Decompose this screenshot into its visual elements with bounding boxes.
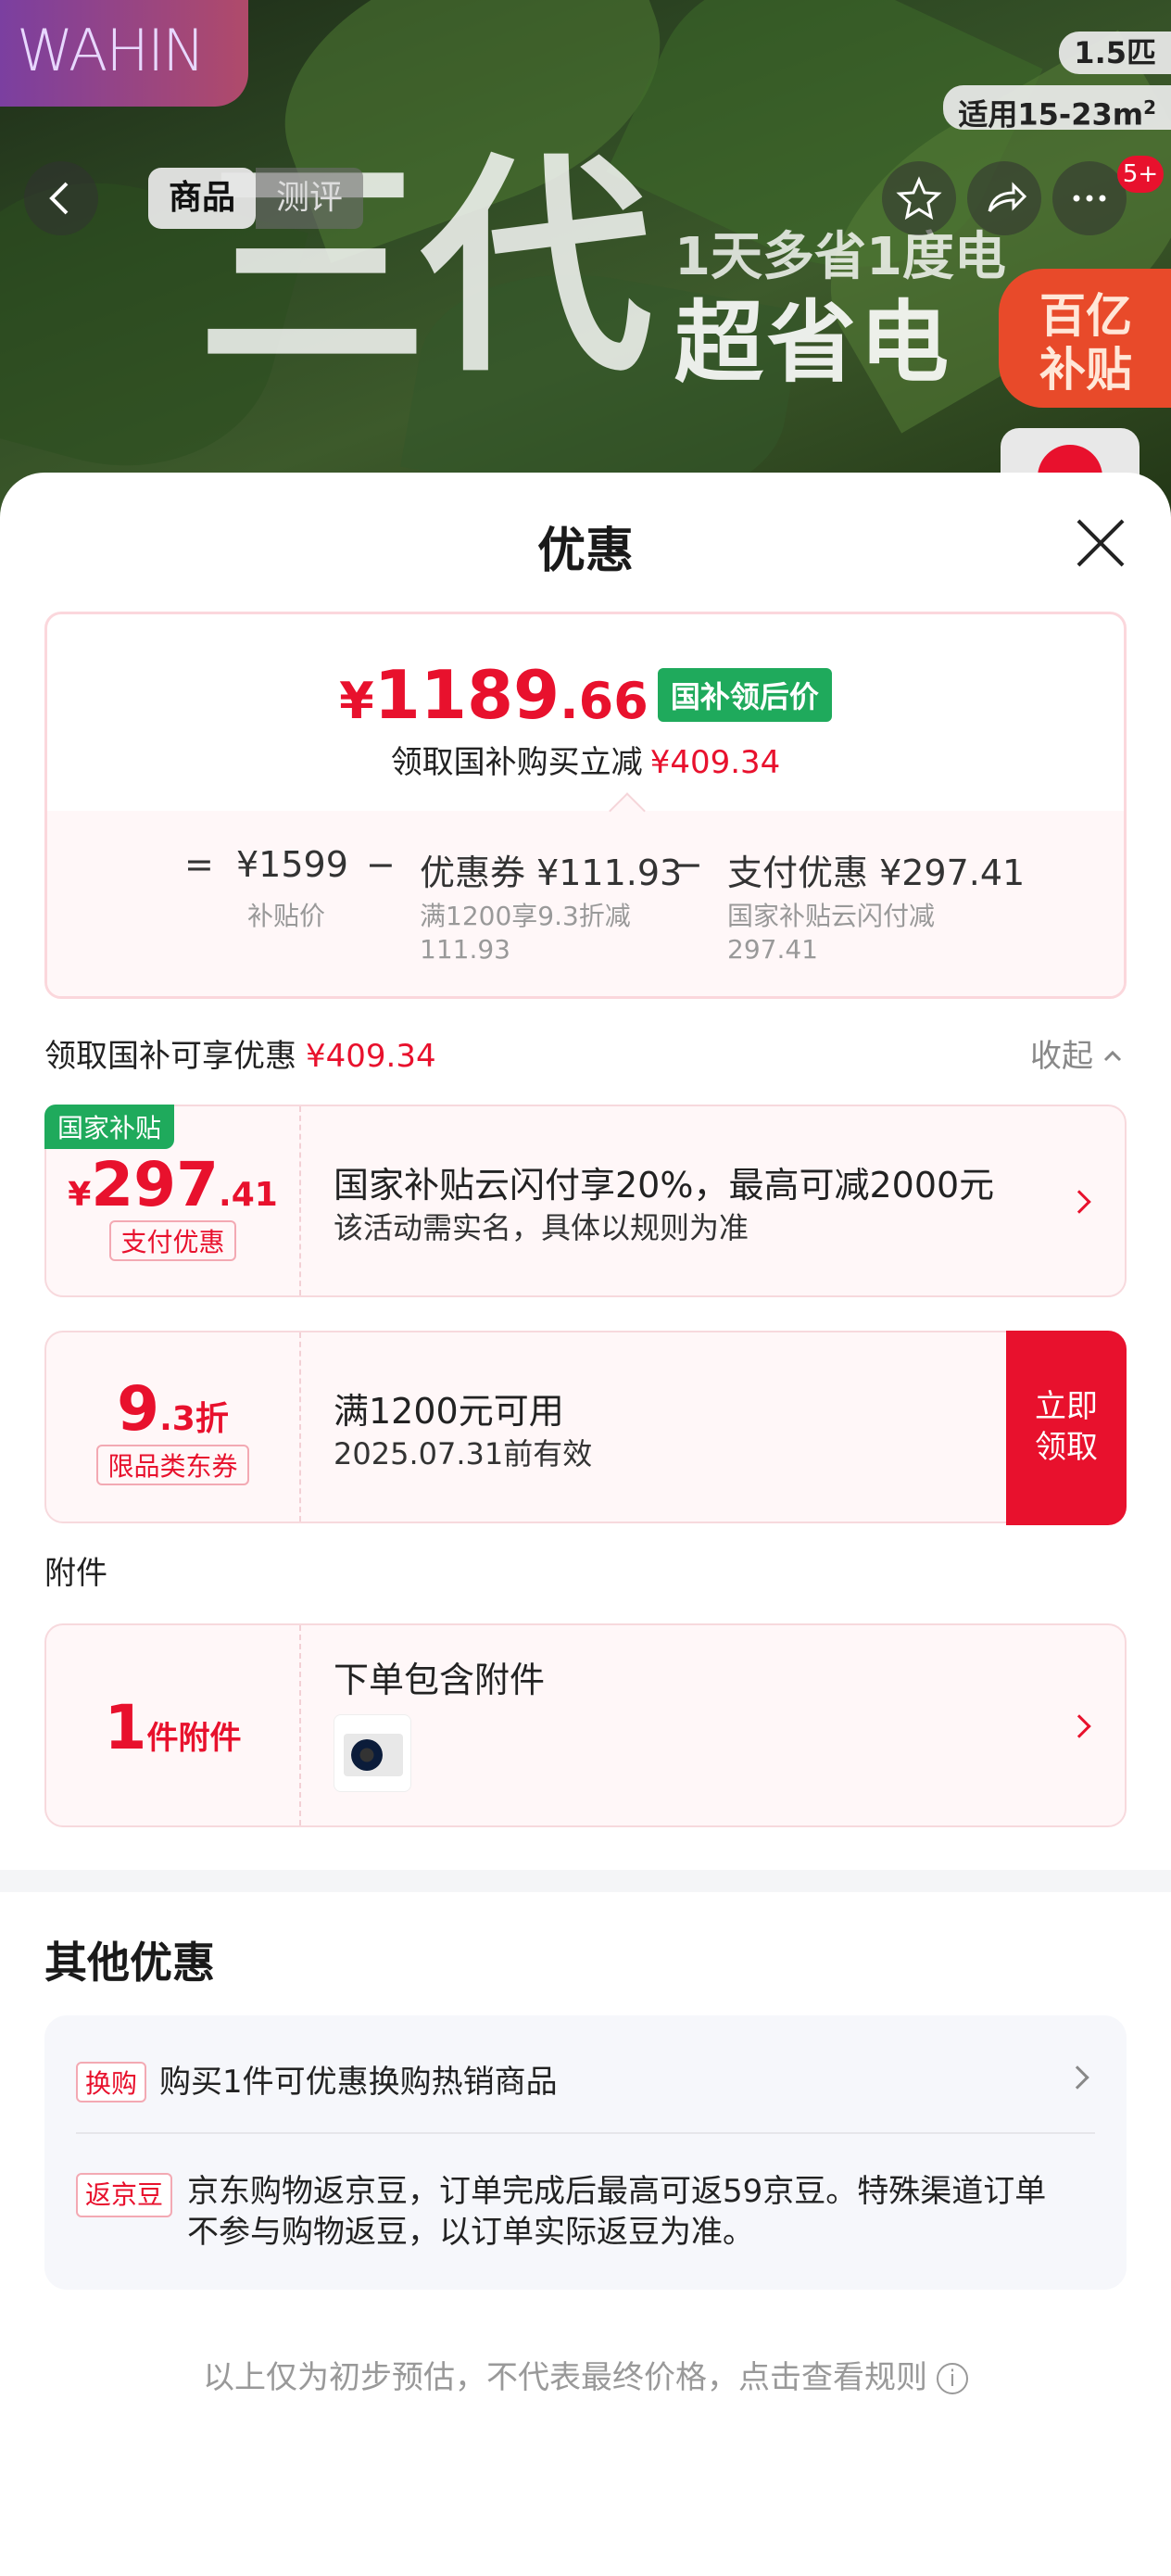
section-divider (0, 1870, 1171, 1892)
accessory-card[interactable]: 1件附件 下单包含附件 (44, 1623, 1127, 1827)
subsidy-section-amount: ¥409.34 (306, 1038, 436, 1075)
offer-amount-dec: .41 (219, 1176, 278, 1214)
jingdou-text: 京东购物返京豆，订单完成后最高可返59京豆。特殊渠道订单不参与购物返豆，以订单实… (187, 2173, 1047, 2251)
back-button[interactable] (24, 161, 98, 235)
accessory-count-unit: 件附件 (146, 1720, 242, 1757)
accessory-count-num: 1 (104, 1692, 147, 1763)
top-tabs: 商品 测评 (148, 165, 364, 232)
hero-slogan-2: 超省电 (674, 291, 952, 395)
price-decimal: .66 (560, 672, 648, 730)
claim-line-1: 立即 (1035, 1388, 1098, 1425)
share-button[interactable] (967, 161, 1041, 235)
price-tag-badge: 国补领后价 (657, 668, 832, 722)
chevron-right-icon (1067, 1714, 1091, 1738)
claim-coupon-button[interactable]: 立即 领取 (1006, 1331, 1127, 1525)
collapse-label: 收起 (1030, 1038, 1093, 1075)
offer-currency: ¥ (68, 1176, 92, 1214)
claim-line-2: 领取 (1035, 1429, 1098, 1466)
calc-equals: = (184, 844, 214, 885)
subsidy-badge-line2: 补贴 (1039, 343, 1132, 397)
share-icon (988, 182, 1027, 212)
more-dots-icon (1073, 195, 1106, 202)
calc-base-price: ¥1599 (236, 844, 348, 885)
sheet-title: 优惠 (536, 524, 634, 579)
coupon-type-label: 限品类东券 (96, 1445, 249, 1485)
national-subsidy-tag: 国家补贴 (44, 1105, 175, 1149)
currency-symbol: ¥ (339, 672, 374, 730)
collapse-toggle[interactable]: 收起 (1030, 1030, 1127, 1076)
calc-pay-desc-1: 国家补贴云闪付减 (727, 901, 936, 931)
calc-pay-desc-2: 297.41 (727, 934, 818, 965)
offer-card-coupon: 9.3折 限品类东券 满1200元可用 2025.07.31前有效 立即领取 (44, 1331, 1127, 1525)
subsidy-section-header: 领取国补可享优惠 ¥409.34 收起 (44, 1030, 1127, 1077)
accessory-count: 1件附件 (46, 1692, 299, 1763)
footer-note[interactable]: 以上仅为初步预估，不代表最终价格，点击查看规则 i (0, 2352, 1171, 2397)
row-separator (76, 2132, 1095, 2134)
calc-minus-2: − (674, 844, 703, 885)
offer-left-payment: 国家补贴 ¥297.41 支付优惠 (44, 1105, 301, 1295)
coupon-discount: 9.3折 (46, 1373, 299, 1445)
coupon-discount-dec: .3折 (159, 1400, 229, 1438)
chevron-left-icon (49, 182, 69, 215)
price-integer: 1189 (373, 656, 560, 734)
offer-left-coupon: 9.3折 限品类东券 (46, 1332, 301, 1522)
trade-in-text: 购买1件可优惠换购热销商品 (159, 2064, 558, 2101)
chevron-up-icon (1103, 1050, 1122, 1062)
trade-in-tag: 换购 (76, 2062, 147, 2102)
calc-pay: 支付优惠 ¥297.41 (727, 852, 1026, 893)
calc-minus-1: − (366, 844, 396, 885)
offer-card-payment[interactable]: 国家补贴 ¥297.41 支付优惠 国家补贴云闪付享20%，最高可减2000元 … (44, 1105, 1127, 1297)
price-subtitle: 领取国补购买立减 ¥409.34 (47, 737, 1124, 782)
tab-product[interactable]: 商品 (148, 168, 257, 229)
other-offers-box: 换购 购买1件可优惠换购热销商品 返京豆 京东购物返京豆，订单完成后最高可返59京豆… (44, 2015, 1127, 2290)
chevron-right-icon (1065, 2065, 1089, 2090)
info-icon: i (937, 2363, 968, 2394)
footer-text: 以上仅为初步预估，不代表最终价格，点击查看规则 (203, 2359, 927, 2396)
trade-in-row[interactable]: 换购 购买1件可优惠换购热销商品 (76, 2056, 558, 2102)
tab-review[interactable]: 测评 (256, 168, 364, 229)
spec-power-badge: 1.5匹 (1059, 32, 1171, 74)
coupon-validity: 2025.07.31前有效 (334, 1436, 593, 1471)
coupon-discount-int: 9 (117, 1373, 160, 1445)
offer-type-label: 支付优惠 (109, 1220, 236, 1261)
calc-coupon-desc-1: 满1200享9.3折减 (420, 901, 631, 931)
accessory-left: 1件附件 (46, 1625, 301, 1825)
offer-desc: 该活动需实名，具体以规则为准 (334, 1210, 749, 1245)
calc-pay-desc: 国家补贴云闪付减 297.41 (727, 900, 935, 966)
coupon-title: 满1200元可用 (334, 1391, 564, 1432)
close-button[interactable] (1075, 517, 1127, 569)
calc-coupon-desc: 满1200享9.3折减 111.93 (420, 900, 631, 966)
accessory-section-label: 附件 (44, 1555, 107, 1592)
discount-sheet: 优惠 ¥1189.66 国补领后价 领取国补购买立减 ¥409.34 = ¥1599… (0, 473, 1171, 2576)
product-hero-image: WAHIN 1.5匹 适用15-23m2 三代 1天多省1度电 超省电 百亿 补贴 (0, 0, 1171, 519)
jingdou-tag: 返京豆 (76, 2173, 173, 2217)
offer-amount-int: 297 (91, 1149, 220, 1220)
spec-area-text: 适用15-23m (958, 96, 1144, 133)
price-summary-card: ¥1189.66 国补领后价 领取国补购买立减 ¥409.34 = ¥1599 补贴… (44, 612, 1127, 999)
spec-area-sup: 2 (1143, 96, 1156, 119)
other-offers-title: 其他优惠 (44, 1938, 215, 1988)
price-subtitle-amount: ¥409.34 (649, 744, 781, 781)
favorite-button[interactable] (882, 161, 956, 235)
accessory-thumbnail (334, 1714, 411, 1792)
offer-amount: ¥297.41 (46, 1149, 299, 1220)
price-subtitle-text: 领取国补购买立减 (390, 744, 643, 781)
calc-coupon-desc-2: 111.93 (420, 934, 510, 965)
jingdou-row: 返京豆 京东购物返京豆，订单完成后最高可返59京豆。特殊渠道订单不参与购物返豆，以… (76, 2171, 1058, 2253)
notification-badge: 5+ (1117, 156, 1164, 193)
brand-logo: WAHIN (0, 0, 248, 107)
offer-title: 国家补贴云闪付享20%，最高可减2000元 (334, 1165, 995, 1206)
spec-area-badge: 适用15-23m2 (943, 85, 1171, 133)
calc-coupon: 优惠券 ¥111.93 (420, 852, 683, 893)
subsidy-section-label: 领取国补可享优惠 (44, 1038, 296, 1075)
star-icon (896, 176, 942, 221)
more-button[interactable] (1052, 161, 1127, 235)
calc-base-label: 补贴价 (247, 901, 326, 931)
subsidy-badge-line1: 百亿 (1039, 289, 1132, 343)
final-price: ¥1189.66 国补领后价 (47, 656, 1124, 734)
accessory-title: 下单包含附件 (334, 1660, 546, 1700)
chevron-right-icon (1067, 1190, 1091, 1214)
subsidy-badge: 百亿 补贴 (999, 269, 1171, 408)
